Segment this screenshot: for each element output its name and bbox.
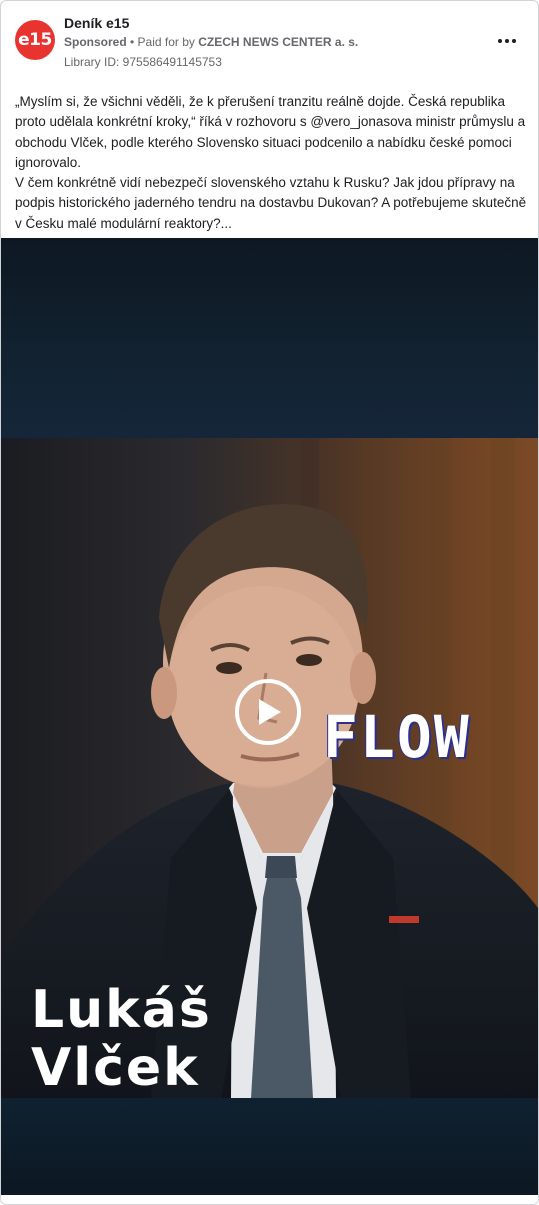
guest-first-name: Lukáš xyxy=(31,980,212,1040)
more-horizontal-icon xyxy=(505,39,509,43)
library-id: Library ID: 975586491145753 xyxy=(64,55,222,69)
video-player[interactable]: FLOW Lukáš Vlček ministr průmyslu a obch… xyxy=(1,238,538,1195)
more-horizontal-icon xyxy=(498,39,502,43)
page-avatar[interactable]: e15 xyxy=(15,20,55,60)
show-logo: FLOW xyxy=(323,703,471,771)
sponsored-label: Sponsored xyxy=(64,35,127,49)
video-blur-bottom xyxy=(1,1098,538,1195)
paid-for-prefix: • Paid for by xyxy=(126,35,199,49)
guest-last-name: Vlček xyxy=(31,1038,200,1098)
ad-card: e15 Deník e15 Sponsored • Paid for by CZ… xyxy=(0,0,539,1205)
post-text: „Myslím si, že všichni věděli, že k přer… xyxy=(15,94,527,231)
post-header: e15 Deník e15 Sponsored • Paid for by CZ… xyxy=(1,1,538,76)
page-name-link[interactable]: Deník e15 xyxy=(64,15,129,31)
more-horizontal-icon xyxy=(512,39,516,43)
card-footer-divider xyxy=(1,1195,538,1204)
paid-for-org: CZECH NEWS CENTER a. s. xyxy=(198,35,359,49)
play-icon xyxy=(259,699,281,725)
play-button[interactable] xyxy=(235,679,301,745)
video-blur-top xyxy=(1,238,538,438)
video-frame: FLOW Lukáš Vlček ministr průmyslu a obch… xyxy=(1,438,538,1098)
more-options-button[interactable] xyxy=(495,31,519,51)
sponsored-line: Sponsored • Paid for by CZECH NEWS CENTE… xyxy=(64,35,358,49)
